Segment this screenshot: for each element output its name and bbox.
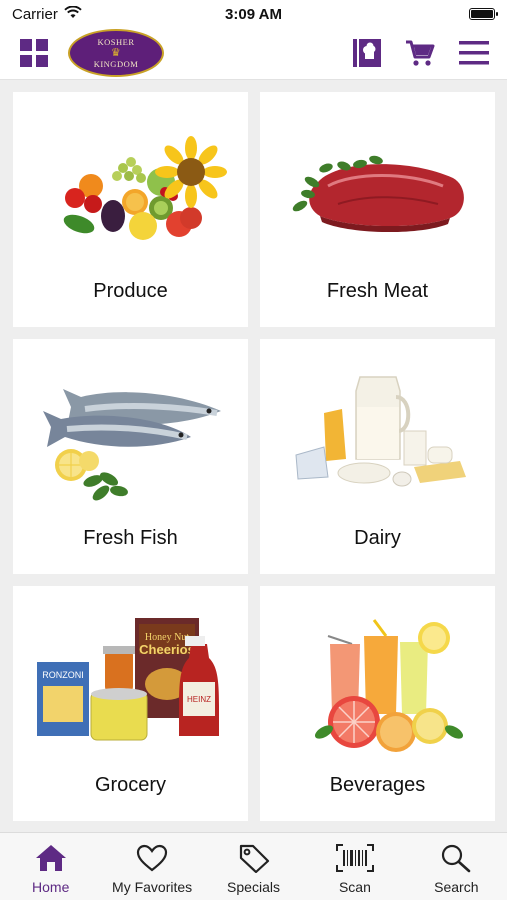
category-grid: Produce Fresh Meat Fresh Fish Dairy Hone… (13, 92, 495, 821)
grid-menu-icon[interactable] (18, 37, 50, 69)
crown-icon: ♛ (110, 46, 122, 59)
category-label: Grocery (94, 774, 167, 796)
tab-home[interactable]: Home (0, 833, 101, 900)
category-label: Dairy (354, 527, 401, 549)
meat-image (292, 155, 464, 233)
tab-label: My Favorites (112, 879, 193, 895)
svg-text:RONZONI: RONZONI (42, 670, 84, 680)
fish-image (42, 389, 221, 501)
carrier-label: Carrier (12, 5, 58, 23)
chef-card-icon[interactable] (350, 37, 384, 69)
dairy-image (294, 376, 466, 487)
app-header: KOSHER ♛ KINGDOM (0, 28, 507, 80)
logo-text-top: KOSHER (97, 36, 135, 47)
logo-text-bottom: KINGDOM (93, 58, 139, 69)
tab-scan[interactable]: Scan (304, 833, 405, 900)
category-label: Fresh Fish (83, 527, 178, 549)
tab-label: Scan (338, 879, 371, 895)
grocery-image: Honey Nut Cheerios RONZONI HEINZ (36, 618, 219, 741)
tab-label: Home (32, 879, 70, 895)
home-icon (35, 845, 66, 871)
category-tile-grocery[interactable]: Honey Nut Cheerios RONZONI HEINZ Grocery (13, 586, 248, 821)
wifi-icon (64, 5, 82, 23)
tab-my-favorites[interactable]: My Favorites (101, 833, 202, 900)
category-label: Fresh Meat (326, 280, 429, 302)
status-left: Carrier (12, 5, 82, 23)
tab-label: Specials (227, 879, 280, 895)
category-tile-fresh-fish[interactable]: Fresh Fish (13, 339, 248, 574)
heart-icon (137, 844, 168, 872)
svg-text:HEINZ: HEINZ (187, 695, 211, 704)
cart-icon[interactable] (403, 37, 437, 69)
category-label: Produce (93, 280, 168, 302)
category-label: Beverages (329, 774, 426, 796)
beverages-image (314, 619, 463, 752)
hamburger-menu-icon[interactable] (457, 37, 491, 69)
category-tile-produce[interactable]: Produce (13, 92, 248, 327)
category-tile-beverages[interactable]: Beverages (260, 586, 495, 821)
kosher-kingdom-logo[interactable]: KOSHER ♛ KINGDOM (68, 29, 164, 77)
produce-image (63, 136, 227, 240)
status-bar: Carrier 3:09 AM (0, 0, 507, 28)
battery-icon (469, 8, 498, 20)
category-tile-dairy[interactable]: Dairy (260, 339, 495, 574)
tab-bar: Home My Favorites Specials Scan Search (0, 832, 507, 900)
tab-search[interactable]: Search (406, 833, 507, 900)
tab-specials[interactable]: Specials (203, 833, 304, 900)
tag-icon (239, 844, 269, 873)
category-tile-fresh-meat[interactable]: Fresh Meat (260, 92, 495, 327)
tab-label: Search (434, 879, 479, 895)
barcode-scan-icon (335, 844, 374, 872)
search-icon (442, 844, 471, 873)
